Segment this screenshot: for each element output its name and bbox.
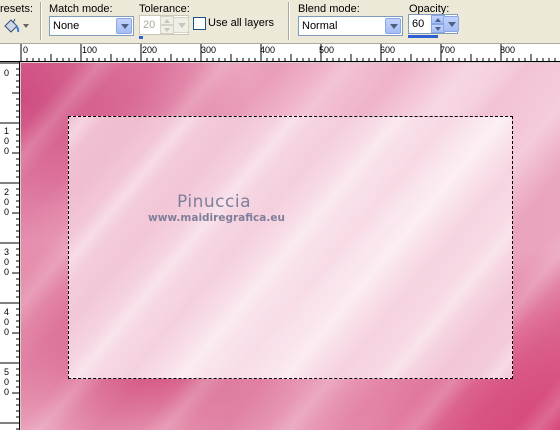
separator [40,2,42,40]
match-mode-select[interactable]: None [49,16,134,36]
ruler-label: 0 [4,68,10,78]
ruler-label: 400 [260,45,276,55]
ruler-label: 200 [142,45,158,55]
tolerance-dropdown[interactable] [173,15,189,35]
match-mode-label: Match mode: [49,3,113,15]
ruler-label: 100 [4,126,10,156]
vertical-ruler[interactable]: 0 100 200 300 400 500 [0,62,20,430]
tolerance-label: Tolerance: [139,3,190,15]
chevron-down-icon[interactable] [116,18,132,34]
ruler-label: 200 [4,187,10,217]
chevron-down-icon[interactable] [443,16,459,32]
match-mode-value: None [53,20,80,32]
opacity-value: 60 [412,18,425,30]
horizontal-ruler[interactable]: 0 100 200 300 400 500 600 700 800 [0,44,560,62]
chevron-down-icon[interactable] [173,17,189,33]
blend-mode-select[interactable]: Normal [298,16,403,36]
ruler-label: 100 [82,45,98,55]
ruler-label: 300 [4,247,10,277]
use-all-layers-label: Use all layers [208,17,275,29]
ruler-label: 700 [440,45,456,55]
ruler-label: 600 [380,45,396,55]
presets-label: resets: [0,3,34,15]
chevron-down-icon[interactable] [385,18,401,34]
watermark-url: www.maidiregrafica.eu [148,212,285,224]
ruler-label: 300 [201,45,217,55]
ruler-label: 500 [319,45,335,55]
tolerance-spinner[interactable] [160,16,174,34]
presets-dropdown-arrow[interactable] [23,24,29,28]
opacity-dropdown[interactable] [443,14,459,34]
fill-bucket-icon[interactable] [2,17,22,35]
ruler-label: 800 [500,45,516,55]
ruler-label: 500 [4,367,10,397]
watermark-title: Pinuccia [177,192,251,212]
spin-down-icon[interactable] [160,25,174,34]
blend-mode-value: Normal [302,20,338,32]
use-all-layers-checkbox[interactable] [193,17,206,30]
tolerance-slider-fill[interactable] [139,36,143,39]
image-canvas[interactable]: Pinuccia www.maidiregrafica.eu [21,63,560,430]
opacity-slider-fill[interactable] [408,35,438,38]
ruler-label: 0 [23,45,29,55]
blend-mode-label: Blend mode: [298,3,360,15]
selection-marquee[interactable] [68,116,513,379]
separator [288,2,290,40]
tolerance-value: 20 [143,19,156,31]
spin-up-icon[interactable] [160,16,174,25]
ruler-label: 400 [4,307,10,337]
tool-options-bar: resets: Match mode: None Tolerance: 20 U… [0,0,560,44]
vertical-ruler-ticks [0,62,20,430]
